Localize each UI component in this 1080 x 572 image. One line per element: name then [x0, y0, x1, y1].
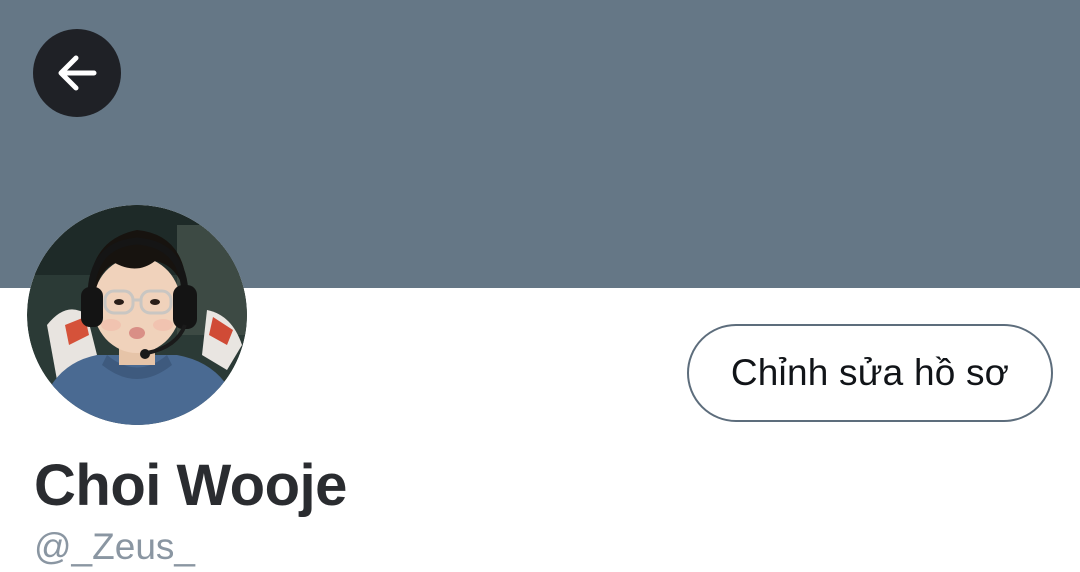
back-button[interactable] [33, 29, 121, 117]
profile-page: Chỉnh sửa hồ sơ Choi Wooje @_Zeus_ [0, 0, 1080, 572]
profile-handle: @_Zeus_ [34, 526, 195, 567]
edit-profile-button[interactable]: Chỉnh sửa hồ sơ [687, 324, 1053, 422]
avatar[interactable] [27, 205, 247, 425]
avatar-image [27, 205, 247, 425]
arrow-left-icon [58, 55, 97, 91]
profile-display-name: Choi Wooje [34, 453, 347, 518]
